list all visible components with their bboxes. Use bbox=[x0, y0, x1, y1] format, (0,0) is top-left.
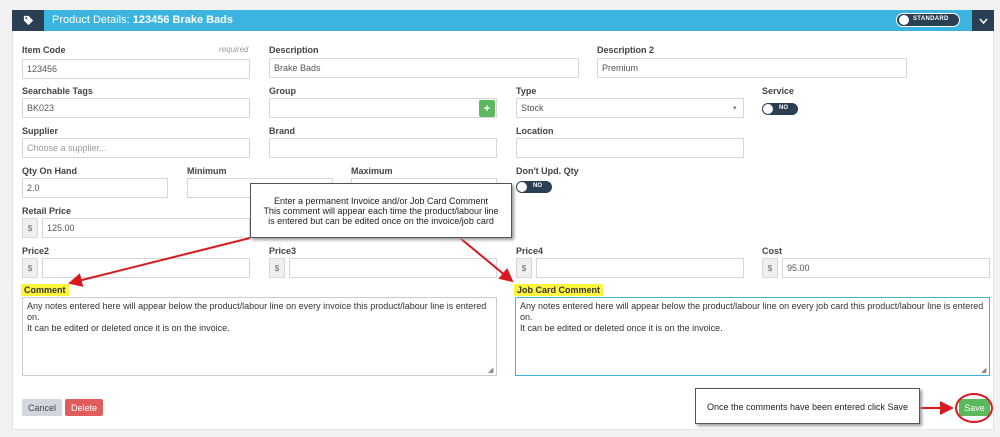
instruction-callout: Enter a permanent Invoice and/or Job Car… bbox=[250, 183, 512, 238]
price4-input[interactable] bbox=[536, 258, 744, 278]
standard-toggle-label: STANDARD bbox=[913, 16, 949, 22]
brand-input[interactable] bbox=[269, 138, 497, 158]
type-label: Type bbox=[516, 86, 537, 96]
description2-input[interactable]: Premium bbox=[597, 58, 907, 78]
add-group-button[interactable]: + bbox=[479, 100, 495, 117]
chevron-down-icon[interactable] bbox=[972, 10, 994, 31]
minimum-label: Minimum bbox=[187, 166, 227, 176]
save-callout: Once the comments have been entered clic… bbox=[695, 388, 920, 424]
price2-input[interactable] bbox=[42, 258, 250, 278]
brand-label: Brand bbox=[269, 126, 296, 136]
callout-line: Once the comments have been entered clic… bbox=[706, 402, 909, 412]
dont-upd-qty-toggle[interactable]: NO bbox=[516, 181, 552, 193]
currency-addon: $ bbox=[22, 258, 38, 278]
comment-textarea[interactable]: Any notes entered here will appear below… bbox=[22, 297, 497, 376]
price4-label: Price4 bbox=[516, 246, 544, 256]
toggle-knob bbox=[763, 104, 773, 114]
callout-line: This comment will appear each time the p… bbox=[263, 206, 499, 216]
toggle-knob bbox=[899, 15, 909, 25]
group-input[interactable] bbox=[269, 98, 497, 118]
save-highlight-ring bbox=[955, 393, 993, 423]
searchable-tags-label: Searchable Tags bbox=[22, 86, 93, 96]
dont-upd-qty-label: Don't Upd. Qty bbox=[516, 166, 579, 176]
toggle-knob bbox=[517, 182, 527, 192]
callout-line: is entered but can be edited once on the… bbox=[268, 216, 494, 226]
currency-addon: $ bbox=[22, 218, 38, 238]
maximum-label: Maximum bbox=[351, 166, 393, 176]
cost-label: Cost bbox=[762, 246, 782, 256]
qty-on-hand-input[interactable]: 2.0 bbox=[22, 178, 168, 198]
currency-addon: $ bbox=[516, 258, 532, 278]
job-card-comment-textarea[interactable]: Any notes entered here will appear below… bbox=[515, 297, 990, 376]
cancel-button[interactable]: Cancel bbox=[22, 399, 62, 416]
tag-icon bbox=[12, 10, 44, 31]
delete-button[interactable]: Delete bbox=[65, 399, 103, 416]
item-code-input[interactable]: 123456 bbox=[22, 59, 250, 79]
price3-input[interactable] bbox=[289, 258, 497, 278]
page-title: Product Details: 123456 Brake Bads bbox=[52, 14, 234, 26]
retail-price-input[interactable]: 125.00 bbox=[42, 218, 250, 238]
service-toggle[interactable]: NO bbox=[762, 103, 798, 115]
price2-label: Price2 bbox=[22, 246, 50, 256]
service-toggle-label: NO bbox=[779, 105, 788, 111]
searchable-tags-input[interactable]: BK023 bbox=[22, 98, 250, 118]
required-indicator: required bbox=[219, 45, 249, 54]
resize-handle-icon[interactable]: ◢ bbox=[488, 366, 493, 374]
service-label: Service bbox=[762, 86, 795, 96]
type-select[interactable]: Stock bbox=[516, 98, 744, 118]
location-input[interactable] bbox=[516, 138, 744, 158]
resize-handle-icon[interactable]: ◢ bbox=[981, 366, 986, 374]
standard-toggle[interactable]: STANDARD bbox=[896, 13, 960, 27]
description2-label: Description 2 bbox=[597, 45, 655, 55]
panel-header: Product Details: 123456 Brake Bads STAND… bbox=[12, 10, 994, 31]
supplier-label: Supplier bbox=[22, 126, 59, 136]
price3-label: Price3 bbox=[269, 246, 297, 256]
currency-addon: $ bbox=[269, 258, 285, 278]
job-card-comment-label: Job Card Comment bbox=[514, 284, 604, 296]
retail-price-label: Retail Price bbox=[22, 206, 72, 216]
description-input[interactable]: Brake Bads bbox=[269, 58, 579, 78]
location-label: Location bbox=[516, 126, 554, 136]
comment-label: Comment bbox=[21, 284, 69, 296]
supplier-input[interactable]: Choose a supplier... bbox=[22, 138, 250, 158]
cost-input[interactable]: 95.00 bbox=[782, 258, 990, 278]
group-label: Group bbox=[269, 86, 296, 96]
chevron-down-icon: ▾ bbox=[733, 105, 737, 112]
dont-upd-qty-toggle-label: NO bbox=[533, 183, 542, 189]
description-label: Description bbox=[269, 45, 319, 55]
callout-line: Enter a permanent Invoice and/or Job Car… bbox=[273, 196, 489, 206]
qty-on-hand-label: Qty On Hand bbox=[22, 166, 78, 176]
currency-addon: $ bbox=[762, 258, 778, 278]
item-code-label: Item Code bbox=[22, 45, 66, 55]
